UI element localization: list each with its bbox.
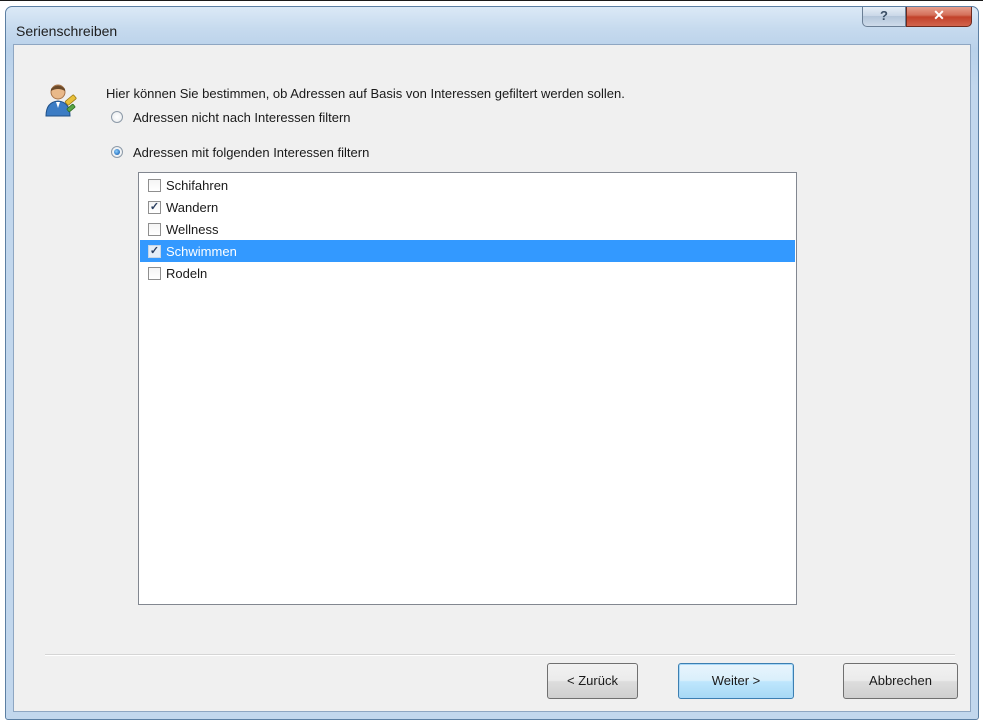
list-item-label: Wandern [166,199,219,215]
help-icon: ? [880,8,888,23]
interests-checklist[interactable]: Schifahren ✓ Wandern Wellness ✓ Schwimme… [138,172,797,605]
list-item-wellness[interactable]: Wellness [140,218,795,240]
list-item-rodeln[interactable]: Rodeln [140,262,795,284]
radio-no-filter-label[interactable]: Adressen nicht nach Interessen filtern [133,110,351,125]
next-button[interactable]: Weiter > [678,663,794,699]
checkbox-wellness[interactable] [148,222,161,236]
back-button[interactable]: < Zurück [547,663,638,699]
checkbox-wandern[interactable]: ✓ [148,200,161,214]
radio-with-filter[interactable] [111,146,123,158]
list-item-schwimmen[interactable]: ✓ Schwimmen [140,240,795,262]
checkbox-schifahren[interactable] [148,178,161,192]
cancel-button[interactable]: Abbrechen [843,663,958,699]
radio-no-filter-row[interactable]: Adressen nicht nach Interessen filtern [111,109,351,125]
dialog-window: Serienschreiben ? ✕ Hier können Sie best… [5,6,979,720]
footer-separator [45,654,955,656]
list-item-wandern[interactable]: ✓ Wandern [140,196,795,218]
dialog-body: Hier können Sie bestimmen, ob Adressen a… [13,44,971,712]
intro-text: Hier können Sie bestimmen, ob Adressen a… [106,86,625,101]
radio-with-filter-row[interactable]: Adressen mit folgenden Interessen filter… [111,144,369,160]
radio-with-filter-label[interactable]: Adressen mit folgenden Interessen filter… [133,145,369,160]
list-item-label: Schwimmen [166,243,237,259]
top-border-line [0,0,983,1]
radio-no-filter[interactable] [111,111,123,123]
checkbox-rodeln[interactable] [148,266,161,280]
window-title: Serienschreiben [16,23,118,39]
close-button[interactable]: ✕ [906,7,972,27]
list-item-schifahren[interactable]: Schifahren [140,174,795,196]
help-button[interactable]: ? [862,7,906,27]
list-item-label: Schifahren [166,177,229,193]
close-icon: ✕ [933,7,945,23]
list-item-label: Wellness [166,221,219,237]
person-icon [45,84,77,117]
list-item-label: Rodeln [166,265,208,281]
checkbox-schwimmen[interactable]: ✓ [148,244,161,258]
